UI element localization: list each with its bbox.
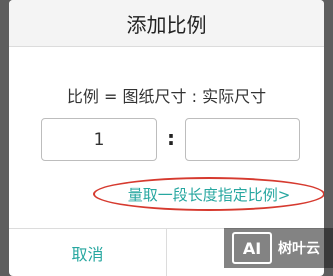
cancel-button[interactable]: 取消 xyxy=(9,229,166,276)
drawing-size-input[interactable]: 1 xyxy=(41,118,157,161)
watermark: AI 树叶云 xyxy=(224,228,333,268)
watermark-text: 树叶云 xyxy=(278,241,320,257)
measure-ratio-link[interactable]: 量取一段长度指定比例> xyxy=(128,184,291,205)
ratio-colon: : xyxy=(167,126,175,150)
actual-size-input[interactable] xyxy=(185,118,300,161)
highlight-circle: 量取一段长度指定比例> xyxy=(93,177,324,211)
dialog-title: 添加比例 xyxy=(126,12,207,37)
watermark-logo: AI xyxy=(232,232,272,264)
dialog-title-bar: 添加比例 xyxy=(9,0,324,47)
ratio-formula-label: 比例 = 图纸尺寸 : 实际尺寸 xyxy=(66,87,267,106)
